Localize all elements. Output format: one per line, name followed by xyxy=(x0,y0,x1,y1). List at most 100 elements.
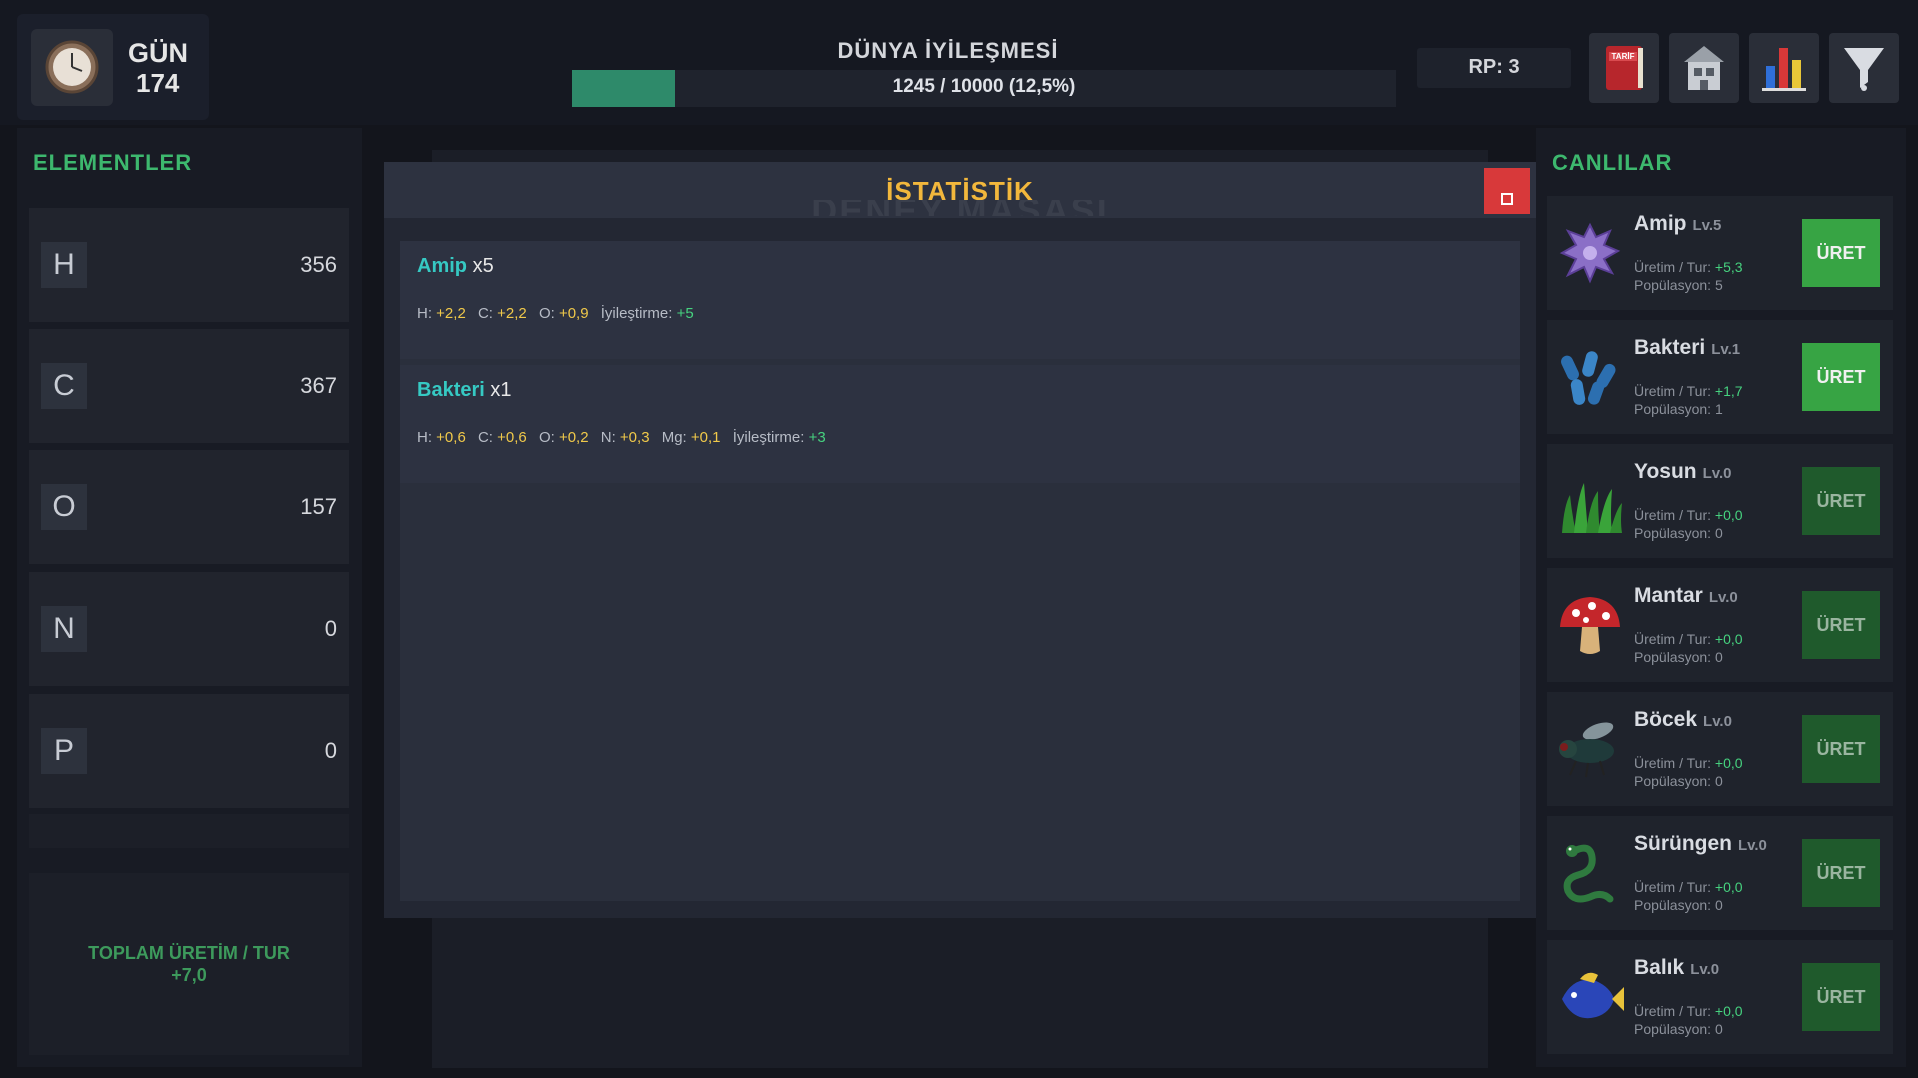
heal-label: İyileştirme: xyxy=(600,305,673,322)
element-value: 367 xyxy=(300,373,337,398)
creature-name-text: Amip xyxy=(1634,212,1687,235)
pop-value: 0 xyxy=(1714,525,1723,541)
stat-value: +2,2 xyxy=(497,305,527,322)
element-symbol: H xyxy=(41,242,87,288)
pop-value: 0 xyxy=(1714,897,1723,913)
stat-entry-line: H: +0,6 C: +0,6 O: +0,2 N: +0,3 Mg: +0,1… xyxy=(417,429,826,446)
rate-value: +0,0 xyxy=(1714,879,1743,895)
rate-label: Üretim / Tur: xyxy=(1634,259,1712,275)
stat-value: +0,6 xyxy=(436,429,466,446)
element-value: 0 xyxy=(324,738,337,763)
total-production-label: TOPLAM ÜRETİM / TUR xyxy=(88,943,290,963)
pop-label: Popülasyon: xyxy=(1634,773,1712,789)
produce-button-balik[interactable]: ÜRET xyxy=(1802,963,1880,1031)
pop-value: 0 xyxy=(1714,1021,1723,1037)
element-symbol: P xyxy=(41,728,87,774)
element-symbol: N xyxy=(41,606,87,652)
algae-icon xyxy=(1562,483,1622,533)
stat-label: O: xyxy=(538,429,555,446)
creature-name: Sürüngen Lv.0 xyxy=(1634,832,1767,856)
rate-value: +1,7 xyxy=(1714,383,1743,399)
world-progress-text: 1245 / 10000 (12,5%) xyxy=(892,76,1076,97)
creature-population: Popülasyon: 0 xyxy=(1634,525,1723,541)
fish-icon xyxy=(1562,972,1624,1019)
element-symbol: C xyxy=(41,363,87,409)
pop-label: Popülasyon: xyxy=(1634,401,1712,417)
pop-label: Popülasyon: xyxy=(1634,1021,1712,1037)
total-production-box xyxy=(29,873,349,1055)
rate-label: Üretim / Tur: xyxy=(1634,1003,1712,1019)
creature-level: Lv.0 xyxy=(1702,465,1732,482)
filter-button[interactable] xyxy=(1829,33,1899,103)
funnel-icon xyxy=(1844,48,1884,91)
pop-value: 0 xyxy=(1714,773,1723,789)
stat-label: C: xyxy=(477,305,493,322)
pop-label: Popülasyon: xyxy=(1634,649,1712,665)
element-symbol: O xyxy=(41,484,87,530)
creature-name: Balık Lv.0 xyxy=(1634,956,1719,980)
rate-label: Üretim / Tur: xyxy=(1634,631,1712,647)
creature-level: Lv.0 xyxy=(1690,961,1720,978)
stat-label: Mg: xyxy=(661,429,687,446)
creature-population: Popülasyon: 1 xyxy=(1634,401,1723,417)
book-icon: TARİF xyxy=(1606,46,1643,90)
clock-icon xyxy=(31,29,113,106)
mushroom-icon xyxy=(1560,597,1620,654)
stat-label: N: xyxy=(600,429,616,446)
creature-rate: Üretim / Tur: +5,3 xyxy=(1634,259,1743,275)
heal-value: +3 xyxy=(808,429,826,446)
stat-value: +0,6 xyxy=(497,429,527,446)
creature-name-text: Yosun xyxy=(1634,460,1697,483)
stat-label: C: xyxy=(477,429,493,446)
produce-button-surungen[interactable]: ÜRET xyxy=(1802,839,1880,907)
creature-name-text: Böcek xyxy=(1634,708,1698,731)
world-healing-title: DÜNYA İYİLEŞMESİ xyxy=(837,38,1059,63)
produce-button-bakteri[interactable]: ÜRET xyxy=(1802,343,1880,411)
heal-value: +5 xyxy=(676,305,694,322)
rp-text: RP: 3 xyxy=(1468,56,1520,78)
background-title: DENEY MASASI xyxy=(384,200,1536,216)
day-label: GÜN xyxy=(128,38,188,68)
stat-label: O: xyxy=(538,305,555,322)
produce-button-amip[interactable]: ÜRET xyxy=(1802,219,1880,287)
total-production-value: +7,0 xyxy=(171,965,207,985)
stat-entry xyxy=(400,241,1520,359)
creature-level: Lv.5 xyxy=(1692,217,1722,234)
stat-label: H: xyxy=(417,305,432,322)
element-value: 157 xyxy=(300,494,337,519)
creature-rate: Üretim / Tur: +0,0 xyxy=(1634,631,1743,647)
stat-value: +0,1 xyxy=(690,429,721,446)
statistics-button[interactable] xyxy=(1749,33,1819,103)
creature-count: x5 xyxy=(472,255,494,277)
creatures-title: CANLILAR xyxy=(1552,150,1673,175)
recipe-book-button[interactable]: TARİF xyxy=(1589,33,1659,103)
creature-name: Amip xyxy=(417,255,467,277)
creature-name: Yosun Lv.0 xyxy=(1634,460,1732,484)
pop-value: 5 xyxy=(1714,277,1723,293)
snake-icon xyxy=(1563,844,1614,903)
creature-name: Mantar Lv.0 xyxy=(1634,584,1738,608)
pop-label: Popülasyon: xyxy=(1634,277,1712,293)
creature-population: Popülasyon: 5 xyxy=(1634,277,1723,293)
creature-name: Amip Lv.5 xyxy=(1634,212,1721,236)
rate-label: Üretim / Tur: xyxy=(1634,879,1712,895)
bacteria-icon xyxy=(1561,351,1616,405)
produce-button-bocek[interactable]: ÜRET xyxy=(1802,715,1880,783)
creature-rate: Üretim / Tur: +0,0 xyxy=(1634,1003,1743,1019)
element-value: 356 xyxy=(300,252,337,277)
produce-button-yosun[interactable]: ÜRET xyxy=(1802,467,1880,535)
rate-label: Üretim / Tur: xyxy=(1634,755,1712,771)
house-icon xyxy=(1684,46,1724,90)
rate-label: Üretim / Tur: xyxy=(1634,507,1712,523)
elements-title: ELEMENTLER xyxy=(33,150,193,175)
stat-value: +0,3 xyxy=(619,429,650,446)
creature-rate: Üretim / Tur: +0,0 xyxy=(1634,755,1743,771)
pop-value: 1 xyxy=(1714,401,1723,417)
produce-button-mantar[interactable]: ÜRET xyxy=(1802,591,1880,659)
home-button[interactable] xyxy=(1669,33,1739,103)
creature-name-text: Balık xyxy=(1634,956,1685,979)
stat-value: +0,9 xyxy=(558,305,589,322)
rate-value: +0,0 xyxy=(1714,507,1743,523)
stat-value: +0,2 xyxy=(558,429,589,446)
bar-chart-icon xyxy=(1762,48,1806,91)
